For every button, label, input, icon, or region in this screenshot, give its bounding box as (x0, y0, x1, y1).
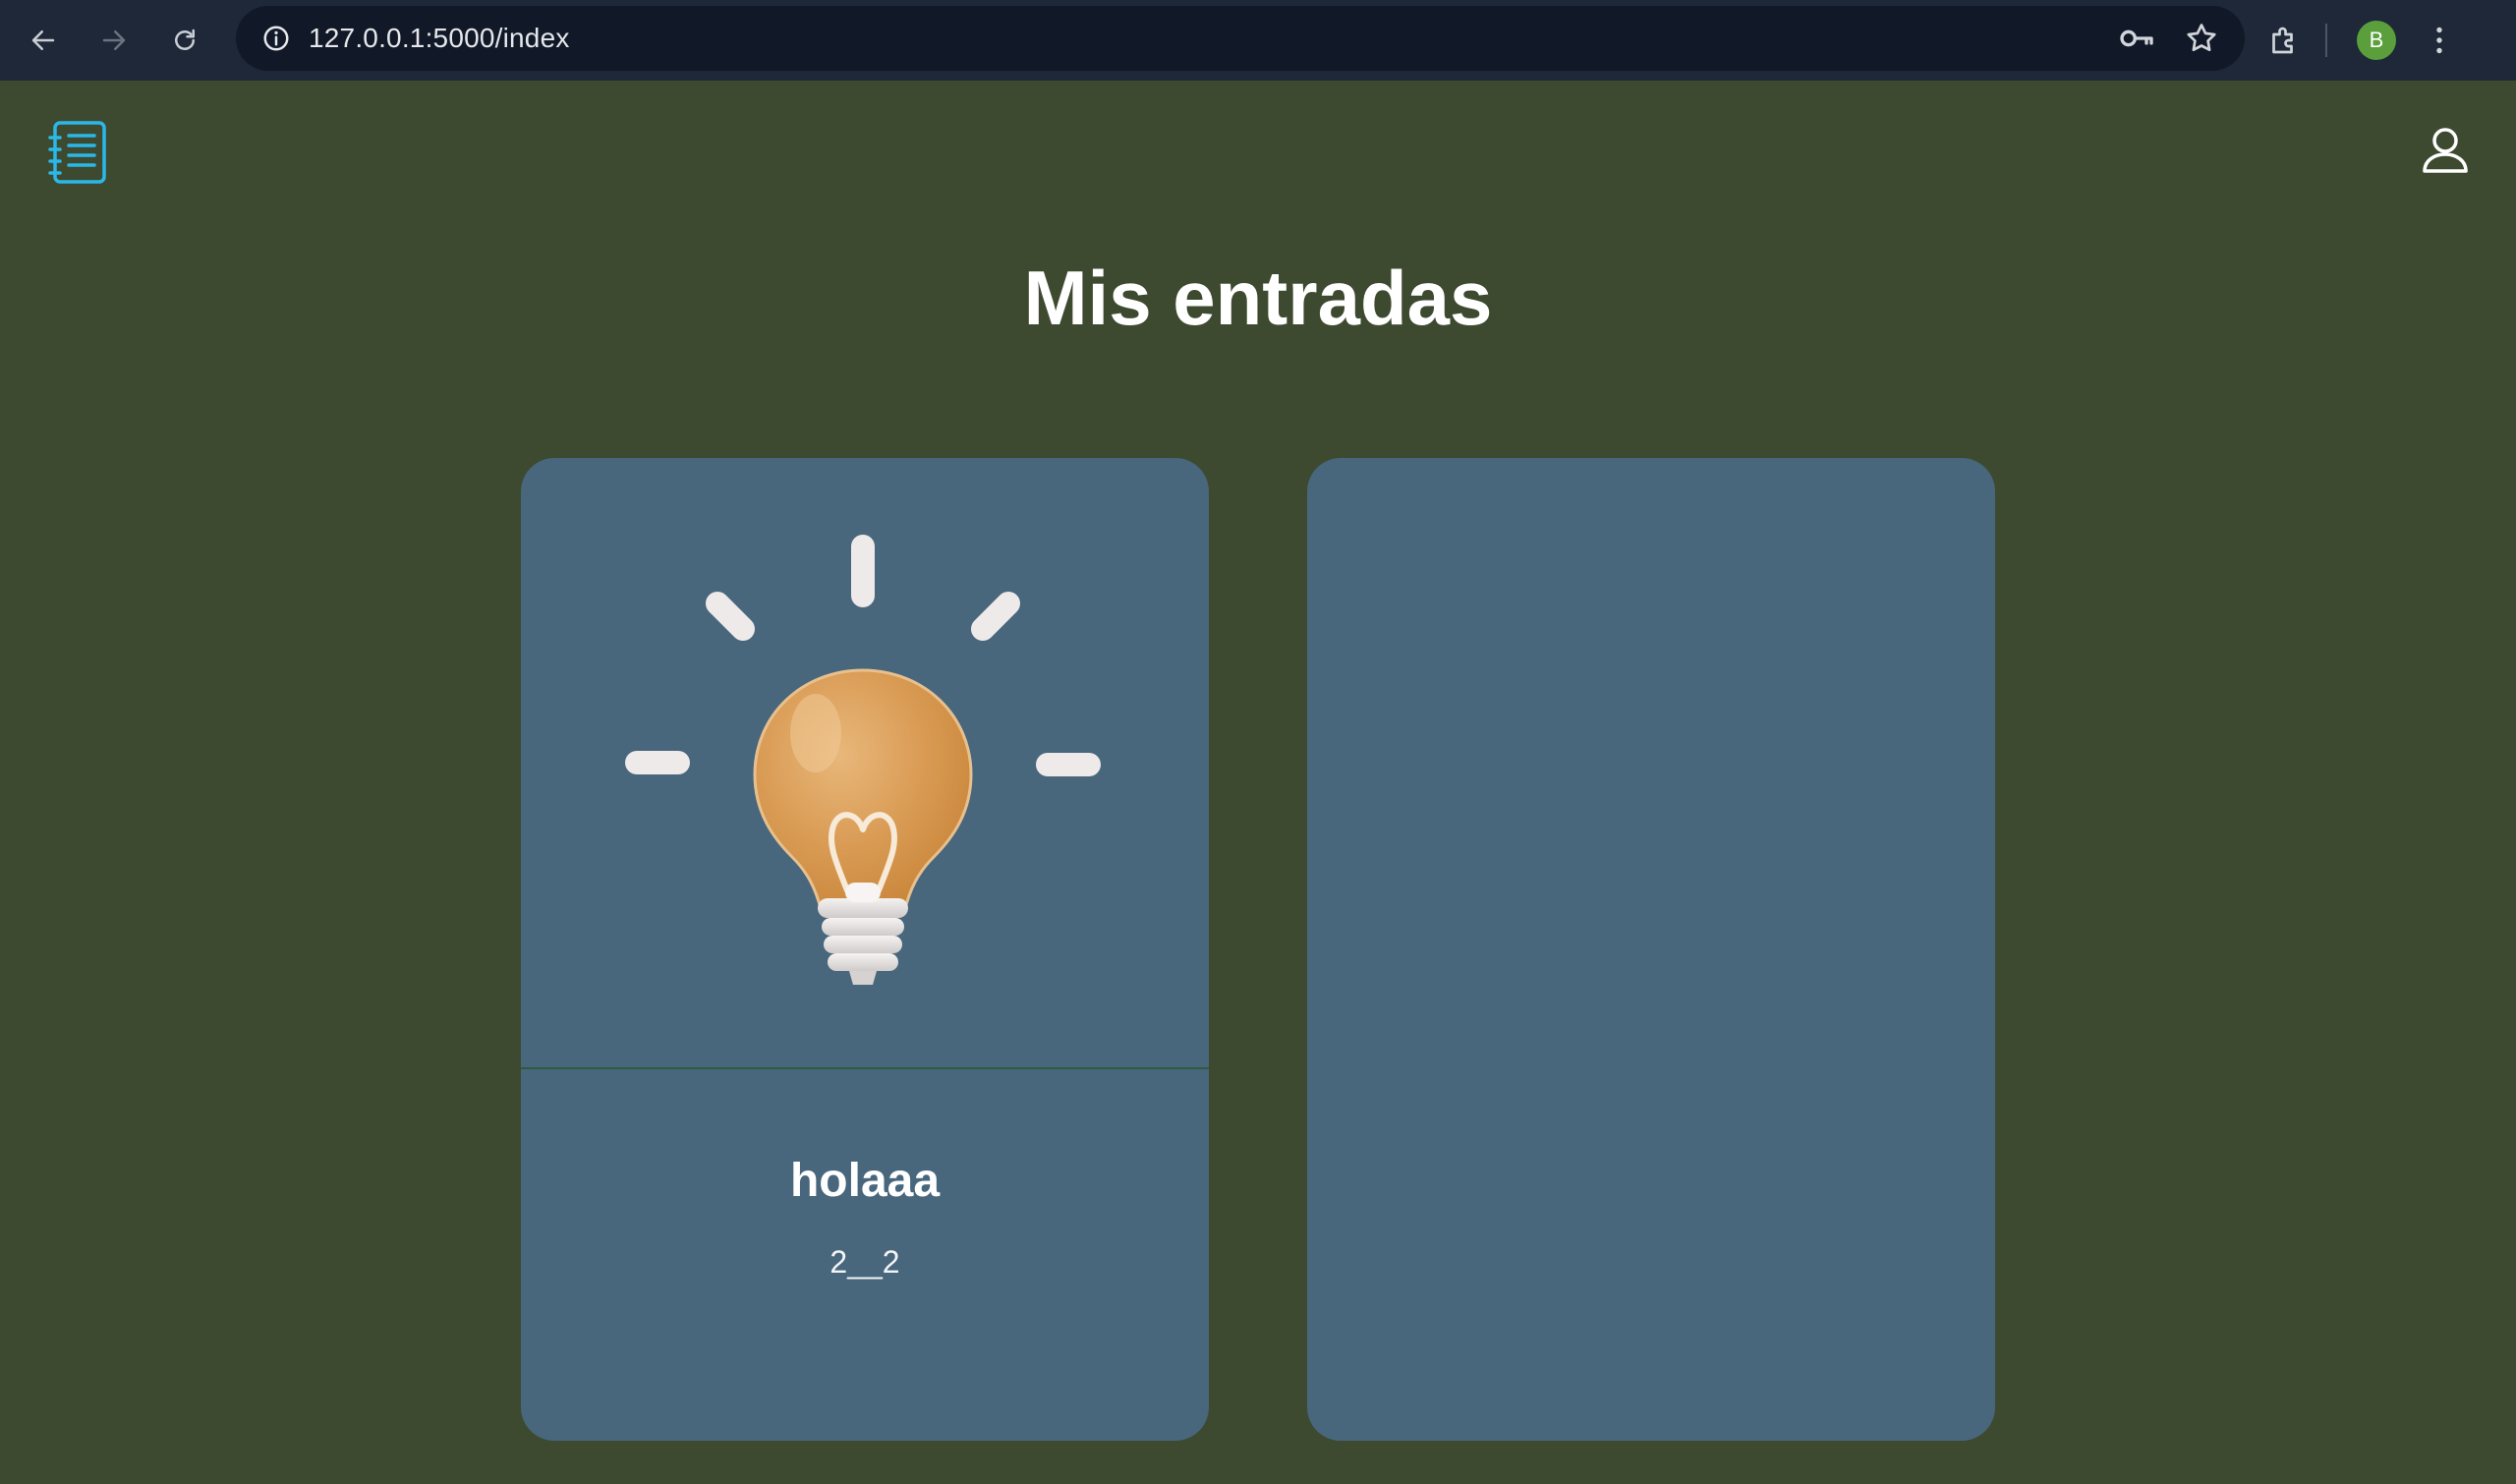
lightbulb-icon (521, 458, 1209, 1067)
entry-title: holaaa (789, 1155, 941, 1207)
plus-icon[interactable] (1494, 789, 1808, 1110)
address-bar[interactable]: 127.0.0.1:5000/index (236, 6, 2245, 71)
forward-icon[interactable] (79, 5, 149, 76)
entry-subtitle: 2__2 (829, 1244, 900, 1280)
profile-avatar[interactable]: B (2357, 21, 2396, 60)
user-icon[interactable] (2418, 122, 2473, 177)
extensions-icon[interactable] (2260, 17, 2308, 64)
notebook-list-icon[interactable] (47, 120, 108, 185)
password-key-icon[interactable] (2113, 15, 2160, 62)
bookmark-star-icon[interactable] (2178, 15, 2225, 62)
toolbar-separator (2325, 24, 2327, 57)
entry-card[interactable]: holaaa 2__2 (521, 458, 1209, 1441)
add-entry-card[interactable] (1307, 458, 1995, 1441)
menu-icon[interactable] (2416, 17, 2463, 64)
site-info-icon[interactable] (244, 6, 309, 71)
back-icon[interactable] (8, 5, 79, 76)
url-text[interactable]: 127.0.0.1:5000/index (309, 23, 570, 54)
card-divider (521, 1067, 1209, 1069)
browser-toolbar: 127.0.0.1:5000/index B (0, 0, 2516, 81)
reload-icon[interactable] (149, 5, 220, 76)
page-title: Mis entradas (1023, 255, 1493, 341)
